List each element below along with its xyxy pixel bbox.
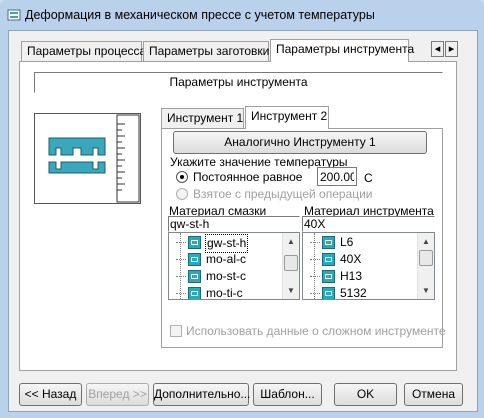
tree-branch: [310, 276, 320, 277]
lubricant-selected-value: qw-st-h: [170, 217, 210, 231]
material-icon: [188, 236, 201, 249]
scroll-down-arrow-icon[interactable]: ▼: [418, 282, 434, 299]
list-item[interactable]: L6: [303, 234, 418, 251]
lubricant-list[interactable]: gw-st-h mo-al-c mo-st-c mo-ti-c -- ▲ ▼: [168, 232, 300, 300]
list-item[interactable]: 5132: [303, 285, 418, 299]
window-title: Деформация в механическом прессе с учето…: [25, 8, 375, 22]
tab-scroll-right-button[interactable]: ▸: [445, 41, 458, 57]
material-icon: [322, 270, 335, 283]
radio-constant-label: Постоянное равное: [193, 170, 303, 184]
back-button[interactable]: << Назад: [19, 383, 82, 406]
temperature-input[interactable]: [317, 167, 357, 186]
complex-tool-checkbox[interactable]: [170, 325, 182, 337]
radio-constant[interactable]: [176, 171, 188, 183]
tree-branch: [176, 242, 186, 243]
material-icon: [322, 253, 335, 266]
radio-previous[interactable]: [176, 188, 188, 200]
tool-material-selected-field[interactable]: 40X: [302, 216, 435, 232]
tab-tool-2[interactable]: Инструмент 2: [245, 106, 329, 129]
tab-process-params[interactable]: Параметры процесса: [21, 41, 146, 61]
scroll-down-arrow-icon[interactable]: ▼: [283, 282, 299, 299]
scroll-up-arrow-icon[interactable]: ▲: [418, 233, 434, 250]
material-icon: [322, 236, 335, 249]
more-button[interactable]: Дополнительно...: [153, 383, 250, 406]
panel-header: Параметры инструмента: [34, 72, 443, 93]
title-bar[interactable]: Деформация в механическом прессе с учето…: [0, 0, 484, 30]
scroll-thumb[interactable]: [284, 255, 298, 271]
radio-previous-label: Взятое с предыдущей операции: [193, 187, 373, 201]
material-icon: [188, 287, 201, 299]
tab-scroll-left-button[interactable]: ◂: [431, 41, 444, 57]
tab-tool-1[interactable]: Инструмент 1: [161, 108, 244, 128]
tree-branch: [310, 242, 320, 243]
die-illustration: [34, 113, 141, 204]
tool-material-selected-value: 40X: [304, 217, 326, 231]
material-icon: [188, 270, 201, 283]
tree-branch: [176, 276, 186, 277]
list-item[interactable]: H13: [303, 268, 418, 285]
list-item[interactable]: mo-ti-c: [169, 285, 283, 299]
scroll-up-arrow-icon[interactable]: ▲: [283, 233, 299, 250]
list-item[interactable]: mo-al-c: [169, 251, 283, 268]
lubricant-scrollbar[interactable]: ▲ ▼: [282, 233, 299, 299]
same-as-tool-1-button[interactable]: Аналогично Инструменту 1: [173, 131, 427, 154]
tree-branch: [176, 259, 186, 260]
tool-material-scrollbar[interactable]: ▲ ▼: [417, 233, 434, 299]
panel-header-label: Параметры инструмента: [169, 75, 308, 89]
tab-billet-params[interactable]: Параметры заготовки: [143, 41, 269, 61]
scroll-thumb[interactable]: [419, 250, 433, 266]
template-button[interactable]: Шаблон...: [253, 383, 322, 406]
app-icon: [7, 8, 21, 22]
tree-branch: [310, 293, 320, 294]
temperature-unit: C: [364, 171, 373, 185]
material-icon: [322, 287, 335, 299]
ok-button[interactable]: OK: [334, 383, 397, 406]
next-button[interactable]: Вперед >>: [86, 383, 149, 406]
tree-branch: [310, 259, 320, 260]
tool-material-list[interactable]: L6 40X H13 5132 ... ▲ ▼: [302, 232, 435, 300]
list-item[interactable]: mo-st-c: [169, 268, 283, 285]
cancel-button[interactable]: Отмена: [404, 383, 463, 406]
material-icon: [188, 253, 201, 266]
lubricant-selected-field[interactable]: qw-st-h: [168, 216, 300, 232]
tree-branch: [176, 293, 186, 294]
list-item[interactable]: gw-st-h: [169, 234, 283, 253]
list-item[interactable]: 40X: [303, 251, 418, 268]
app-window: Деформация в механическом прессе с учето…: [0, 0, 484, 418]
complex-tool-checkbox-label: Использовать данные о сложном инструмент…: [186, 324, 446, 338]
tab-tool-params[interactable]: Параметры инструмента: [270, 39, 414, 62]
